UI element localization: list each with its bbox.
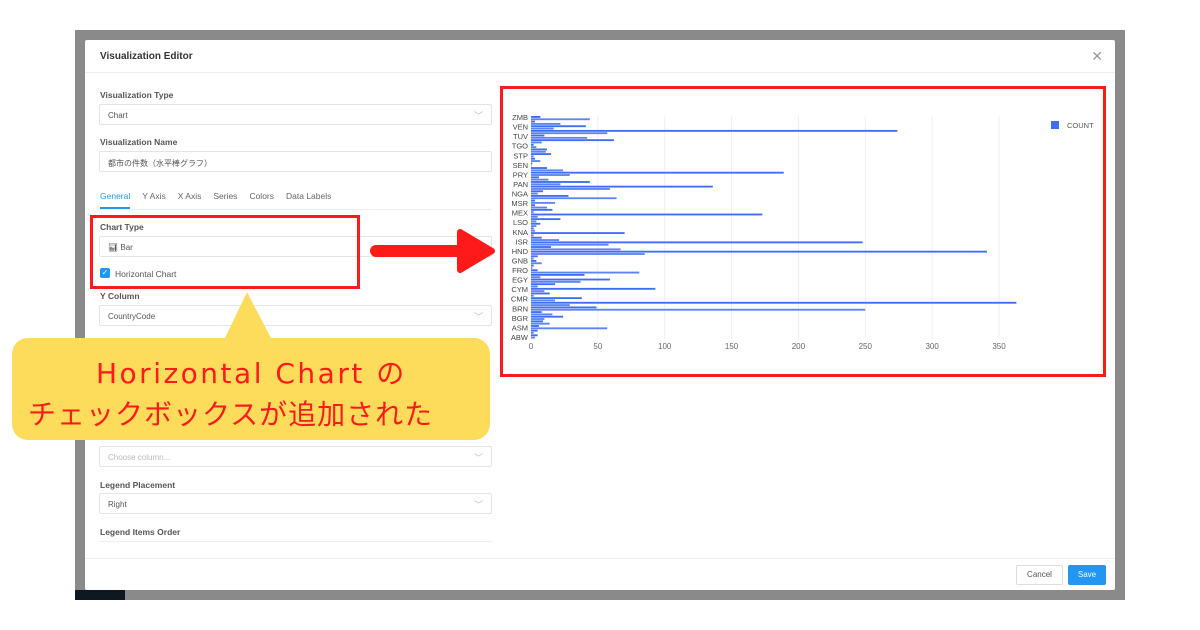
highlight-box-chart-type — [90, 215, 360, 289]
close-icon[interactable]: ✕ — [1091, 48, 1103, 65]
tabs-divider — [99, 209, 492, 210]
legend-placement-value: Right — [108, 500, 127, 509]
chevron-down-icon: ﹀ — [473, 111, 483, 121]
annotation-line-1: Horizontal Chart の — [96, 357, 407, 390]
highlight-box-chart — [500, 86, 1106, 377]
group-by-placeholder: Choose column... — [108, 453, 171, 462]
chevron-down-icon: ﹀ — [473, 500, 483, 510]
legend-items-order-label: Legend Items Order — [100, 527, 181, 537]
tab-data-labels[interactable]: Data Labels — [286, 191, 331, 209]
header-divider — [85, 72, 1115, 73]
app-sidebar-fragment — [75, 590, 125, 600]
callout-pointer — [224, 292, 272, 340]
visualization-name-label: Visualization Name — [100, 137, 178, 147]
visualization-name-input[interactable]: 都市の件数（水平棒グラフ） — [99, 151, 492, 172]
legend-placement-label: Legend Placement — [100, 480, 176, 490]
visualization-type-select[interactable]: Chart ﹀ — [99, 104, 492, 125]
annotation-callout: Horizontal Chart の チェックボックスが追加された — [12, 338, 490, 440]
tab-series[interactable]: Series — [213, 191, 237, 209]
tab-y-axis[interactable]: Y Axis — [142, 191, 165, 209]
tab-x-axis[interactable]: X Axis — [178, 191, 202, 209]
y-column-value: CountryCode — [108, 312, 156, 321]
visualization-type-value: Chart — [108, 111, 128, 120]
chevron-down-icon: ﹀ — [473, 453, 483, 463]
tab-colors[interactable]: Colors — [249, 191, 274, 209]
modal-title: Visualization Editor — [100, 51, 193, 62]
legend-placement-select[interactable]: Right ﹀ — [99, 493, 492, 514]
footer-divider — [85, 558, 1115, 559]
arrow-icon — [370, 229, 495, 273]
visualization-type-label: Visualization Type — [100, 90, 174, 100]
legend-items-order-field[interactable] — [99, 541, 492, 542]
chevron-down-icon: ﹀ — [473, 312, 483, 322]
editor-tabs: General Y Axis X Axis Series Colors Data… — [100, 191, 331, 209]
y-column-select[interactable]: CountryCode ﹀ — [99, 305, 492, 326]
save-button[interactable]: Save — [1068, 565, 1106, 585]
cancel-button[interactable]: Cancel — [1016, 565, 1063, 585]
visualization-name-value: 都市の件数（水平棒グラフ） — [108, 159, 212, 168]
annotation-line-2: チェックボックスが追加された — [28, 398, 434, 431]
y-column-label: Y Column — [100, 291, 140, 301]
group-by-select[interactable]: Choose column... ﹀ — [99, 446, 492, 467]
tab-general[interactable]: General — [100, 191, 131, 209]
